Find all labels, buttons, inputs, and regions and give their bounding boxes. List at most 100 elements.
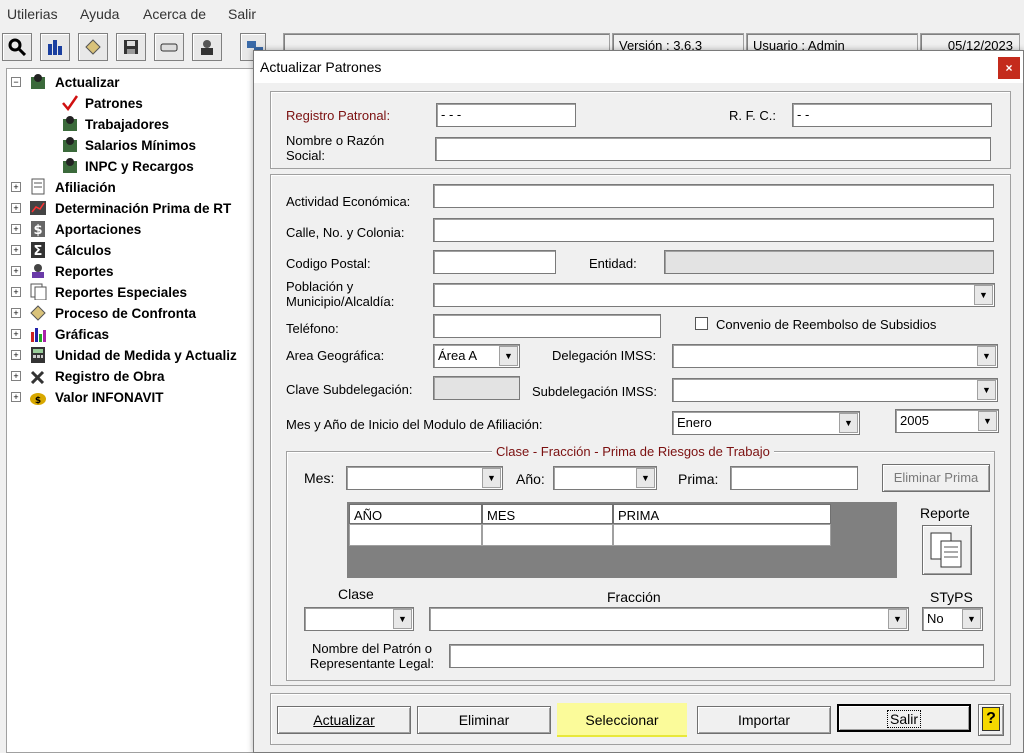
- chevron-down-icon[interactable]: ▼: [482, 468, 501, 488]
- styps-select[interactable]: No ▼: [922, 607, 983, 631]
- styps-label: STyPS: [930, 589, 973, 605]
- workers-icon: [63, 158, 77, 173]
- convenio-label: Convenio de Reembolso de Subsidios: [716, 317, 937, 332]
- table-row[interactable]: [482, 524, 613, 546]
- chart-icon: [30, 201, 46, 215]
- chevron-down-icon[interactable]: ▼: [962, 609, 981, 629]
- actualizar-button[interactable]: Actualizar: [277, 706, 411, 734]
- toolbar-search-button[interactable]: [2, 33, 32, 61]
- clase-label: Clase: [338, 586, 374, 602]
- poblacion-select[interactable]: ▼: [433, 283, 995, 307]
- actualizar-patrones-dialog: Actualizar Patrones × Registro Patronal:…: [253, 50, 1024, 753]
- menu-utilerias[interactable]: Utilerias: [7, 6, 58, 22]
- chevron-down-icon[interactable]: ▼: [499, 346, 518, 366]
- expand-icon[interactable]: +: [11, 350, 21, 360]
- bar-chart-icon: [31, 328, 46, 342]
- calculator-icon: [31, 347, 45, 363]
- reporte-button[interactable]: [922, 525, 972, 575]
- report-icon: [930, 532, 962, 568]
- calle-label: Calle, No. y Colonia:: [286, 225, 405, 240]
- actividad-economica-input[interactable]: [433, 184, 994, 208]
- table-header-prima[interactable]: PRIMA: [613, 504, 831, 524]
- users-icon: [201, 40, 213, 55]
- help-icon: ?: [982, 707, 1000, 731]
- expand-icon[interactable]: +: [11, 329, 21, 339]
- expand-icon[interactable]: +: [11, 287, 21, 297]
- chevron-down-icon[interactable]: ▼: [978, 411, 997, 431]
- subdelegacion-imss-label: Subdelegación IMSS:: [532, 384, 658, 399]
- table-row[interactable]: [613, 524, 831, 546]
- mes-inicio-select[interactable]: Enero ▼: [672, 411, 860, 435]
- expand-icon[interactable]: +: [11, 224, 21, 234]
- help-button[interactable]: ?: [978, 704, 1004, 736]
- delegacion-imss-select[interactable]: ▼: [672, 344, 998, 368]
- expand-icon[interactable]: +: [11, 182, 21, 192]
- bar-chart-icon: [48, 40, 62, 55]
- mes-anio-inicio-label: Mes y Año de Inicio del Modulo de Afilia…: [286, 417, 543, 432]
- area-geografica-select[interactable]: Área A ▼: [433, 344, 520, 368]
- expand-icon[interactable]: +: [11, 245, 21, 255]
- registro-patronal-input[interactable]: - - -: [436, 103, 576, 127]
- toolbar-eraser-button[interactable]: [154, 33, 184, 61]
- sigma-icon: Σ: [31, 242, 45, 258]
- svg-text:$: $: [33, 223, 42, 237]
- prima-input[interactable]: [730, 466, 858, 490]
- fraccion-label: Fracción: [607, 589, 661, 605]
- toolbar-chart-button[interactable]: [40, 33, 70, 61]
- anio-label: Año:: [516, 471, 545, 487]
- menu-salir[interactable]: Salir: [228, 6, 256, 22]
- area-geografica-label: Area Geográfica:: [286, 348, 385, 363]
- expand-icon[interactable]: +: [11, 266, 21, 276]
- clase-fraccion-prima-title: Clase - Fracción - Prima de Riesgos de T…: [492, 444, 774, 459]
- convenio-checkbox[interactable]: [695, 317, 708, 330]
- menu-acerca-de[interactable]: Acerca de: [143, 6, 206, 22]
- table-header-mes[interactable]: MES: [482, 504, 613, 524]
- expand-icon[interactable]: +: [11, 203, 21, 213]
- anio-select[interactable]: ▼: [553, 466, 657, 490]
- seleccionar-button[interactable]: Seleccionar: [557, 706, 687, 734]
- actividad-economica-label: Actividad Económica:: [286, 194, 411, 209]
- expand-icon[interactable]: +: [11, 371, 21, 381]
- magnifier-icon: [8, 38, 26, 56]
- registro-patronal-label: Registro Patronal:: [286, 108, 391, 123]
- chevron-down-icon[interactable]: ▼: [888, 609, 907, 629]
- chevron-down-icon[interactable]: ▼: [977, 346, 996, 366]
- table-row[interactable]: [349, 524, 482, 546]
- expand-icon[interactable]: +: [11, 308, 21, 318]
- documents-icon: [30, 283, 47, 300]
- chevron-down-icon[interactable]: ▼: [393, 609, 412, 629]
- clase-select[interactable]: ▼: [304, 607, 414, 631]
- menu-ayuda[interactable]: Ayuda: [80, 6, 119, 22]
- users-icon: [32, 264, 44, 278]
- mes-select[interactable]: ▼: [346, 466, 503, 490]
- rfc-input[interactable]: - -: [792, 103, 992, 127]
- clave-subdelegacion-label: Clave Subdelegación:: [286, 382, 413, 397]
- entidad-input: [664, 250, 994, 274]
- chevron-down-icon[interactable]: ▼: [977, 380, 996, 400]
- collapse-icon[interactable]: −: [11, 77, 21, 87]
- telefono-input[interactable]: [433, 314, 661, 338]
- representante-legal-input[interactable]: [449, 644, 984, 668]
- toolbar-users-button[interactable]: [192, 33, 222, 61]
- anio-inicio-select[interactable]: 2005 ▼: [895, 409, 999, 433]
- expand-icon[interactable]: +: [11, 392, 21, 402]
- codigo-postal-input[interactable]: [433, 250, 556, 274]
- eliminar-prima-button[interactable]: Eliminar Prima: [882, 464, 990, 492]
- nombre-razon-social-input[interactable]: [435, 137, 991, 161]
- eliminar-button[interactable]: Eliminar: [417, 706, 551, 734]
- chevron-down-icon[interactable]: ▼: [974, 285, 993, 305]
- chevron-down-icon[interactable]: ▼: [636, 468, 655, 488]
- prima-table: AÑO MES PRIMA: [347, 502, 897, 578]
- table-header-anio[interactable]: AÑO: [349, 504, 482, 524]
- close-button[interactable]: ×: [998, 57, 1020, 79]
- chevron-down-icon[interactable]: ▼: [839, 413, 858, 433]
- calle-input[interactable]: [433, 218, 994, 242]
- toolbar-save-button[interactable]: [116, 33, 146, 61]
- subdelegacion-imss-select[interactable]: ▼: [672, 378, 998, 402]
- hammer-icon: [30, 370, 45, 384]
- toolbar-tools-button[interactable]: [78, 33, 108, 61]
- salir-button[interactable]: Salir: [837, 704, 971, 732]
- representante-legal-label: Nombre del Patrón o Representante Legal:: [309, 641, 435, 671]
- fraccion-select[interactable]: ▼: [429, 607, 909, 631]
- importar-button[interactable]: Importar: [697, 706, 831, 734]
